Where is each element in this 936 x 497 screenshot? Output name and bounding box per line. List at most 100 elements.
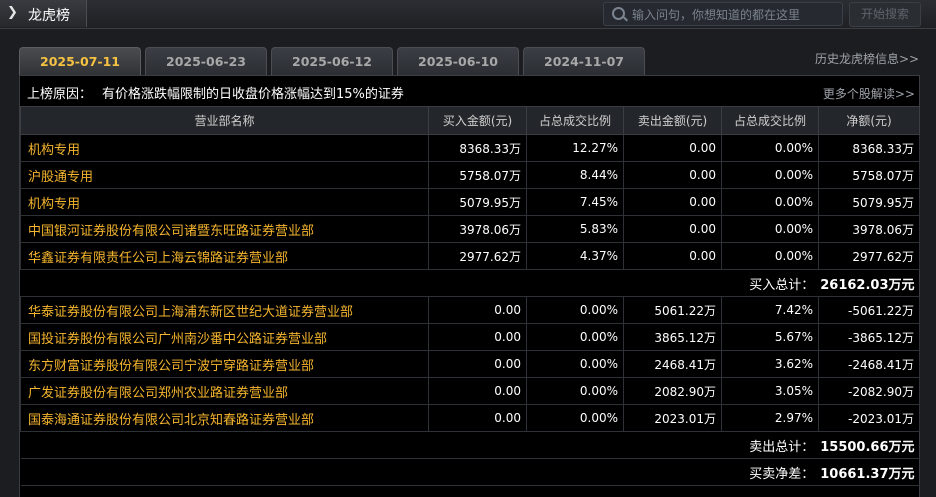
sell-ratio: 0.00% (721, 134, 819, 162)
buy-amount: 0.00 (428, 404, 527, 432)
branch-name[interactable]: 广发证券股份有限公司郑州农业路证券营业部 (20, 377, 429, 405)
sell-total-row: 卖出总计： 15500.66万元 (20, 431, 920, 459)
dragon-tiger-panel: 上榜原因： 有价格涨跌幅限制的日收盘价格涨幅达到15%的证券 更多个股解读>> … (19, 75, 920, 497)
buy-total-label: 买入总计： (749, 277, 815, 293)
sell-ratio: 3.62% (721, 350, 819, 378)
tab-2025-07-11[interactable]: 2025-07-11 (19, 47, 141, 76)
sell-amount: 0.00 (623, 161, 722, 189)
net-amount: -2468.41万 (818, 350, 920, 378)
net-amount: -3865.12万 (818, 323, 920, 351)
page-title: 龙虎榜 (28, 8, 70, 24)
search-box[interactable] (603, 2, 843, 26)
buy-amount: 0.00 (428, 296, 527, 324)
net-amount: 8368.33万 (818, 134, 920, 162)
table-row[interactable]: 国泰海通证券股份有限公司北京知春路证券营业部 0.00 0.00% 2023.0… (20, 404, 920, 432)
sell-amount: 0.00 (623, 188, 722, 216)
net-amount: 5758.07万 (818, 161, 920, 189)
buy-total: 买入总计： 26162.03万元 (20, 269, 920, 297)
more-analysis-link[interactable]: 更多个股解读>> (823, 85, 915, 102)
table-row[interactable]: 国投证券股份有限公司广州南沙番中公路证券营业部 0.00 0.00% 3865.… (20, 323, 920, 351)
sell-amount: 5061.22万 (623, 296, 722, 324)
buy-ratio: 0.00% (526, 377, 624, 405)
sell-amount: 3865.12万 (623, 323, 722, 351)
branch-name[interactable]: 国投证券股份有限公司广州南沙番中公路证券营业部 (20, 323, 429, 351)
net-amount: 5079.95万 (818, 188, 920, 216)
table-row[interactable]: 沪股通专用 5758.07万 8.44% 0.00 0.00% 5758.07万 (20, 161, 920, 189)
column-header-buy-amount: 买入金额(元) (428, 106, 527, 135)
sell-ratio: 0.00% (721, 242, 819, 270)
buy-amount: 3978.06万 (428, 215, 527, 243)
tab-2025-06-10[interactable]: 2025-06-10 (397, 47, 519, 75)
column-header-sell-ratio: 占总成交比例 (721, 106, 819, 135)
branch-name[interactable]: 华泰证券股份有限公司上海浦东新区世纪大道证券营业部 (20, 296, 429, 324)
net-total-row: 买卖净差： 10661.37万元 (20, 458, 920, 486)
buy-ratio: 0.00% (526, 350, 624, 378)
net-amount: -5061.22万 (818, 296, 920, 324)
title-tab[interactable]: ❯ 龙虎榜 (0, 0, 87, 27)
column-header-buy-ratio: 占总成交比例 (526, 106, 624, 135)
branch-name[interactable]: 中国银河证券股份有限公司诸暨东旺路证券营业部 (20, 215, 429, 243)
history-link[interactable]: 历史龙虎榜信息>> (815, 50, 919, 67)
table-row[interactable]: 中国银河证券股份有限公司诸暨东旺路证券营业部 3978.06万 5.83% 0.… (20, 215, 920, 243)
search-button[interactable]: 开始搜索 (849, 2, 921, 27)
buy-ratio: 0.00% (526, 404, 624, 432)
buy-ratio: 0.00% (526, 323, 624, 351)
sell-ratio: 0.00% (721, 161, 819, 189)
sell-ratio: 3.05% (721, 377, 819, 405)
buy-ratio: 7.45% (526, 188, 624, 216)
table-row[interactable]: 华鑫证券有限责任公司上海云锦路证券营业部 2977.62万 4.37% 0.00… (20, 242, 920, 270)
net-amount: 2977.62万 (818, 242, 920, 270)
buy-ratio: 8.44% (526, 161, 624, 189)
table-header: 营业部名称 买入金额(元) 占总成交比例 卖出金额(元) 占总成交比例 净额(元… (20, 106, 920, 135)
buy-ratio: 4.37% (526, 242, 624, 270)
net-total-label: 买卖净差： (749, 466, 815, 482)
sell-ratio: 7.42% (721, 296, 819, 324)
net-amount: -2023.01万 (818, 404, 920, 432)
table-row[interactable]: 广发证券股份有限公司郑州农业路证券营业部 0.00 0.00% 2082.90万… (20, 377, 920, 405)
buy-amount: 5758.07万 (428, 161, 527, 189)
net-total: 买卖净差： 10661.37万元 (20, 458, 920, 486)
sell-total: 卖出总计： 15500.66万元 (20, 431, 920, 459)
reason-text: 有价格涨跌幅限制的日收盘价格涨幅达到15%的证券 (102, 87, 404, 102)
tab-2024-11-07[interactable]: 2024-11-07 (523, 47, 645, 75)
tab-2025-06-23[interactable]: 2025-06-23 (145, 47, 267, 75)
sell-amount: 0.00 (623, 134, 722, 162)
branch-name[interactable]: 机构专用 (20, 134, 429, 162)
sell-total-value: 15500.66万元 (820, 439, 915, 455)
table-row[interactable]: 华泰证券股份有限公司上海浦东新区世纪大道证券营业部 0.00 0.00% 506… (20, 296, 920, 324)
buy-amount: 8368.33万 (428, 134, 527, 162)
branch-name[interactable]: 机构专用 (20, 188, 429, 216)
reason-label: 上榜原因： (27, 87, 93, 102)
table-row[interactable]: 东方财富证券股份有限公司宁波宁穿路证券营业部 0.00 0.00% 2468.4… (20, 350, 920, 378)
branch-name[interactable]: 国泰海通证券股份有限公司北京知春路证券营业部 (20, 404, 429, 432)
reason-row: 上榜原因： 有价格涨跌幅限制的日收盘价格涨幅达到15%的证券 更多个股解读>> (20, 76, 919, 106)
buy-amount: 0.00 (428, 377, 527, 405)
sell-amount: 0.00 (623, 215, 722, 243)
buy-amount: 0.00 (428, 323, 527, 351)
column-header-branch: 营业部名称 (20, 106, 429, 135)
tab-2025-06-12[interactable]: 2025-06-12 (271, 47, 393, 75)
table-row[interactable]: 机构专用 8368.33万 12.27% 0.00 0.00% 8368.33万 (20, 134, 920, 162)
branch-name[interactable]: 华鑫证券有限责任公司上海云锦路证券营业部 (20, 242, 429, 270)
sell-amount: 2082.90万 (623, 377, 722, 405)
branch-name[interactable]: 东方财富证券股份有限公司宁波宁穿路证券营业部 (20, 350, 429, 378)
trading-table: 营业部名称 买入金额(元) 占总成交比例 卖出金额(元) 占总成交比例 净额(元… (20, 106, 920, 486)
buy-ratio: 5.83% (526, 215, 624, 243)
buy-total-value: 26162.03万元 (820, 277, 915, 293)
table-row[interactable]: 机构专用 5079.95万 7.45% 0.00 0.00% 5079.95万 (20, 188, 920, 216)
search-icon (612, 7, 625, 20)
column-header-net-amount: 净额(元) (818, 106, 920, 135)
branch-name[interactable]: 沪股通专用 (20, 161, 429, 189)
sell-amount: 0.00 (623, 242, 722, 270)
sell-amount: 2468.41万 (623, 350, 722, 378)
buy-ratio: 0.00% (526, 296, 624, 324)
net-amount: 3978.06万 (818, 215, 920, 243)
buy-total-row: 买入总计： 26162.03万元 (20, 269, 920, 297)
sell-total-label: 卖出总计： (749, 439, 815, 455)
title-bar: ❯ 龙虎榜 开始搜索 (0, 0, 936, 29)
net-amount: -2082.90万 (818, 377, 920, 405)
buy-amount: 2977.62万 (428, 242, 527, 270)
sell-ratio: 2.97% (721, 404, 819, 432)
sell-ratio: 0.00% (721, 215, 819, 243)
search-input[interactable] (630, 5, 839, 25)
